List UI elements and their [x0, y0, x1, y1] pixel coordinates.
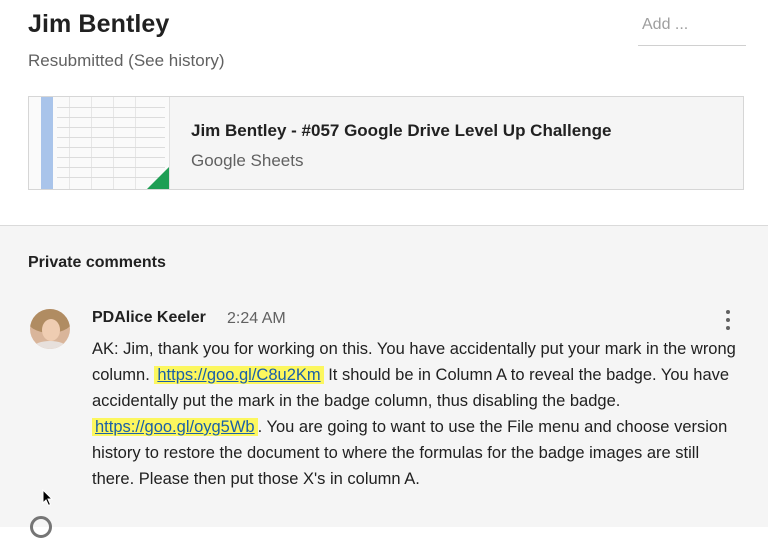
- add-comment-icon[interactable]: [30, 516, 52, 538]
- private-comments-panel: Private comments PDAlice Keeler 2:24 AM …: [0, 226, 768, 527]
- highlight: https://goo.gl/oyg5Wb: [92, 418, 258, 436]
- avatar: [30, 309, 70, 349]
- google-sheets-thumbnail-icon: [29, 97, 170, 189]
- submission-status: Resubmitted (See history): [28, 51, 225, 71]
- comment-time: 2:24 AM: [227, 310, 286, 327]
- private-comments-title: Private comments: [28, 254, 166, 271]
- submission-header: Jim Bentley Resubmitted (See history) Ji…: [0, 0, 768, 226]
- status-label: Resubmitted: [28, 51, 124, 70]
- comment-link-2[interactable]: https://goo.gl/oyg5Wb: [95, 418, 255, 436]
- grade-input[interactable]: [642, 16, 742, 34]
- mouse-cursor-icon: [42, 489, 54, 507]
- comment-text: AK: Jim, thank you for working on this. …: [92, 336, 742, 492]
- comment-link-1[interactable]: https://goo.gl/C8u2Km: [157, 366, 320, 384]
- grade-field[interactable]: [638, 12, 746, 46]
- comment-author: PDAlice Keeler: [92, 309, 206, 326]
- highlight: https://goo.gl/C8u2Km: [154, 366, 324, 384]
- attachment-type: Google Sheets: [191, 151, 304, 170]
- attachment-card[interactable]: Jim Bentley - #057 Google Drive Level Up…: [28, 96, 744, 190]
- student-name: Jim Bentley: [28, 10, 170, 38]
- attachment-title[interactable]: Jim Bentley - #057 Google Drive Level Up…: [191, 121, 611, 141]
- more-options-icon[interactable]: [720, 308, 736, 332]
- see-history-link[interactable]: (See history): [128, 51, 224, 70]
